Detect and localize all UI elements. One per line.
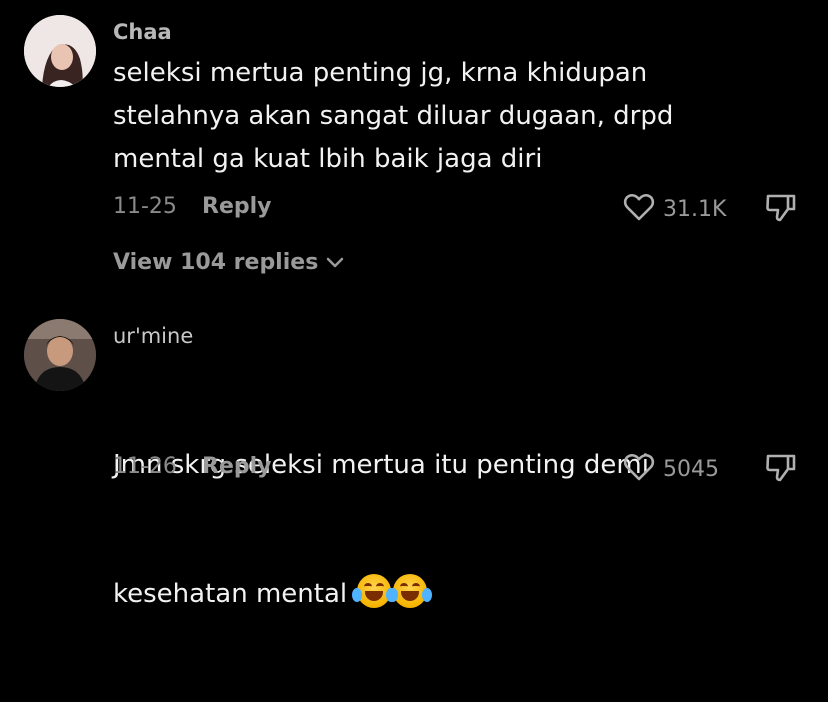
heart-outline-icon [623, 192, 655, 226]
comment-text-part: kesehatan mental [113, 579, 348, 609]
comment-text: Jmn skrg seleksi mertua itu penting demi… [113, 358, 753, 702]
like-count: 31.1K [663, 196, 727, 222]
view-replies-label: View 104 replies [113, 250, 319, 275]
comment-text: seleksi mertua penting jg, krna khidupan… [113, 58, 674, 174]
view-replies-button[interactable]: View 104 replies [113, 250, 344, 275]
thumbs-down-icon [764, 454, 798, 488]
dislike-button[interactable] [764, 190, 798, 228]
like-count: 5045 [663, 456, 719, 482]
comment-date: 11-26 [113, 454, 177, 479]
tears-of-joy-emoji-icon [352, 574, 397, 608]
dislike-button[interactable] [764, 450, 798, 488]
like-button[interactable]: 31.1K [623, 192, 726, 226]
reply-button[interactable]: Reply [202, 454, 272, 479]
thumbs-down-icon [764, 194, 798, 228]
comment-text-line: kesehatan mental [113, 573, 753, 616]
reply-button[interactable]: Reply [202, 194, 272, 219]
avatar[interactable] [24, 319, 96, 391]
username[interactable]: Chaa [113, 20, 172, 44]
avatar[interactable] [24, 15, 96, 87]
comment-date: 11-25 [113, 194, 177, 219]
chevron-down-icon [326, 257, 344, 269]
like-button[interactable]: 5045 [623, 452, 719, 486]
username[interactable]: ur'mine [113, 324, 193, 348]
tears-of-joy-emoji-icon [388, 574, 433, 608]
heart-outline-icon [623, 452, 655, 486]
